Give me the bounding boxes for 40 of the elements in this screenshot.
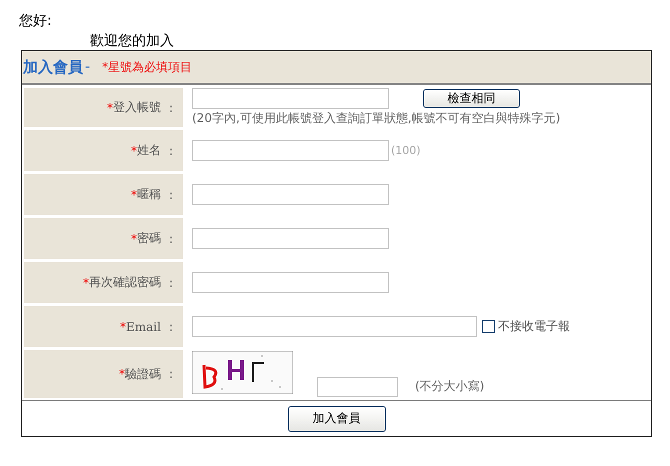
- hint-text: (不分大小寫): [415, 378, 484, 395]
- required-mark: *: [130, 232, 137, 246]
- input-field[interactable]: [192, 184, 389, 205]
- required-mark: *: [106, 100, 113, 114]
- required-mark: *: [130, 188, 137, 202]
- field-label: Email: [126, 320, 161, 334]
- colon-text: :: [168, 144, 173, 158]
- field-label: 驗證碼: [124, 366, 161, 382]
- submit-button[interactable]: 加入會員: [288, 406, 386, 432]
- colon-text: :: [168, 320, 173, 334]
- hint-text: (20字內,可使用此帳號登入查詢訂單狀態,帳號不可有空白與特殊字元): [192, 110, 560, 127]
- title-dash: -: [85, 59, 90, 75]
- colon-text: :: [168, 100, 173, 114]
- input-field[interactable]: [192, 272, 389, 293]
- field-label: 暱稱: [136, 186, 161, 203]
- field-label: 再次確認密碼: [88, 274, 161, 291]
- input-field[interactable]: [192, 228, 389, 249]
- greeting-text: 您好:: [19, 12, 53, 31]
- required-mark: *: [120, 320, 126, 334]
- welcome-text: 歡迎您的加入: [90, 32, 175, 50]
- field-label: 登入帳號: [112, 99, 161, 116]
- checkbox[interactable]: [482, 320, 495, 333]
- colon-text: :: [168, 188, 173, 202]
- check-button[interactable]: 檢查相同: [423, 89, 520, 108]
- required-mark: *: [82, 276, 89, 290]
- form-title: 加入會員: [23, 58, 83, 76]
- input-field[interactable]: [192, 316, 477, 337]
- required-mark: *: [118, 367, 125, 381]
- input-field[interactable]: [192, 88, 389, 109]
- limit-note: (100): [391, 144, 421, 157]
- input-field[interactable]: [192, 140, 389, 161]
- colon-text: :: [168, 232, 173, 246]
- checkbox-label: 不接收電子報: [498, 318, 570, 335]
- required-note: *星號為必填項目: [102, 58, 192, 76]
- colon-text: :: [168, 367, 173, 381]
- field-label: 密碼: [136, 230, 161, 247]
- colon-text: :: [168, 276, 173, 290]
- input-field[interactable]: [317, 377, 398, 397]
- field-label: 姓名: [136, 142, 161, 159]
- required-mark: *: [130, 144, 137, 158]
